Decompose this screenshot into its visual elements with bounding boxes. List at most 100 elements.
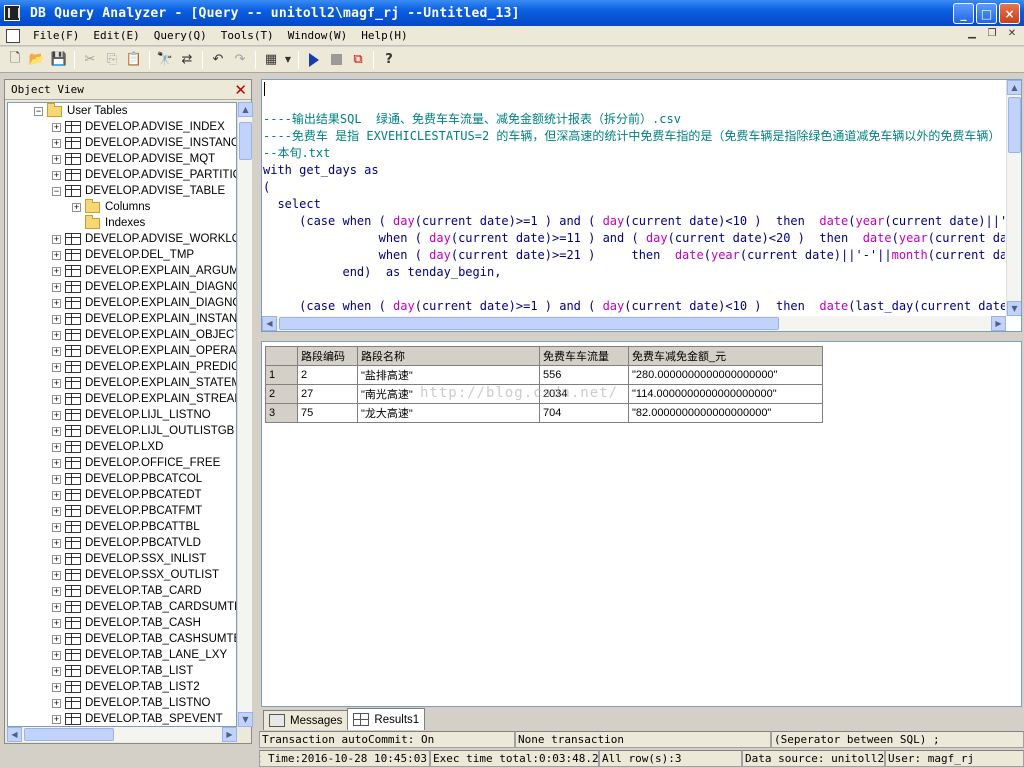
tree-table-node[interactable]: + DEVELOP.OFFICE_FREE [8, 455, 236, 471]
open-folder-icon[interactable]: 📂 [26, 49, 48, 71]
tree-table-node[interactable]: + DEVELOP.EXPLAIN_DIAGNOSTIC [8, 279, 236, 295]
table-row[interactable]: 3 75 "龙大高速" 704 "82.0000000000000000000" [265, 403, 823, 423]
tree-table-node[interactable]: + DEVELOP.EXPLAIN_DIAGNOSTIC_DATA [8, 295, 236, 311]
scroll-up-icon[interactable]: ▲ [238, 102, 253, 117]
expand-icon[interactable]: + [52, 490, 61, 500]
paste-icon[interactable]: 📋 [123, 49, 145, 71]
chevron-down-icon[interactable]: ▼ [282, 49, 294, 71]
stop-icon[interactable] [325, 49, 347, 71]
expand-icon[interactable]: + [52, 554, 61, 564]
new-file-icon[interactable]: 🗋 [4, 49, 26, 71]
grid-cell[interactable]: "114.0000000000000000000" [628, 384, 823, 404]
expand-icon[interactable]: + [52, 570, 61, 580]
undo-icon[interactable]: ↶ [207, 49, 229, 71]
scroll-left-icon[interactable]: ◀ [262, 316, 277, 331]
expand-icon[interactable]: + [52, 714, 61, 724]
tree-vertical-scrollbar[interactable]: ▲ ▼ [237, 102, 253, 727]
mdi-minimize-icon[interactable]: ▁ [964, 28, 980, 42]
expand-icon[interactable]: + [52, 330, 61, 340]
expand-icon[interactable]: + [52, 442, 61, 452]
tree-table-node[interactable]: + DEVELOP.PBCATEDT [8, 487, 236, 503]
expand-icon[interactable]: + [52, 362, 61, 372]
expand-icon[interactable]: + [52, 618, 61, 628]
expand-icon[interactable]: + [52, 122, 61, 132]
help-icon[interactable]: ? [378, 49, 400, 71]
tree-table-node[interactable]: + DEVELOP.TAB_CARDSUMTEMP [8, 599, 236, 615]
grid-corner[interactable] [265, 346, 298, 366]
tree-table-node[interactable]: + DEVELOP.TAB_SPEVENT [8, 711, 236, 726]
results-grid-icon[interactable]: ▦ [260, 49, 282, 71]
expand-icon[interactable]: + [52, 650, 61, 660]
expand-icon[interactable]: + [52, 538, 61, 548]
tree-table-node[interactable]: + DEVELOP.SSX_INLIST [8, 551, 236, 567]
tree-table-node[interactable]: + DEVELOP.TAB_LISTNO [8, 695, 236, 711]
expand-icon[interactable]: + [52, 634, 61, 644]
scroll-up-icon[interactable]: ▲ [1007, 80, 1021, 95]
grid-cell[interactable]: 2 [297, 365, 358, 385]
column-header[interactable]: 路段编码 [297, 346, 358, 366]
tree-table-node[interactable]: + DEVELOP.ADVISE_MQT [8, 151, 236, 167]
expand-icon[interactable]: + [52, 154, 61, 164]
scroll-right-icon[interactable]: ▶ [222, 727, 237, 742]
menu-query[interactable]: Query(Q) [147, 29, 214, 42]
object-tree[interactable]: − User Tables + DEVELOP.ADVISE_INDEX + DEVE… [7, 102, 237, 727]
column-header[interactable]: 路段名称 [357, 346, 540, 366]
tree-table-node[interactable]: + DEVELOP.TAB_CASHSUMTEMP [8, 631, 236, 647]
tree-table-node[interactable]: + DEVELOP.LIJL_LISTNO [8, 407, 236, 423]
scroll-down-icon[interactable]: ▼ [238, 712, 253, 727]
row-number[interactable]: 2 [265, 384, 298, 404]
collapse-icon[interactable]: − [34, 106, 43, 116]
grid-cell[interactable]: 75 [297, 403, 358, 423]
tree-table-node[interactable]: + DEVELOP.ADVISE_INSTANCE [8, 135, 236, 151]
row-number[interactable]: 3 [265, 403, 298, 423]
expand-icon[interactable]: + [52, 698, 61, 708]
tab-messages[interactable]: Messages [263, 710, 349, 730]
copy-icon[interactable]: ⎘ [101, 49, 123, 71]
expand-icon[interactable]: + [52, 682, 61, 692]
tree-table-node[interactable]: + DEVELOP.EXPLAIN_STATEMENT [8, 375, 236, 391]
grid-cell[interactable]: "82.0000000000000000000" [628, 403, 823, 423]
tree-table-node[interactable]: + DEVELOP.PBCATCOL [8, 471, 236, 487]
scroll-thumb[interactable] [1008, 97, 1021, 153]
menu-window[interactable]: Window(W) [281, 29, 355, 42]
scroll-thumb[interactable] [239, 122, 252, 160]
table-row[interactable]: 1 2 "盐排高速" 556 "280.0000000000000000000" [265, 365, 823, 385]
expand-icon[interactable]: + [52, 522, 61, 532]
expand-icon[interactable]: + [52, 346, 61, 356]
close-button[interactable]: × [999, 3, 1020, 24]
tree-table-node[interactable]: + DEVELOP.PBCATFMT [8, 503, 236, 519]
expand-icon[interactable]: + [52, 170, 61, 180]
scroll-thumb[interactable] [279, 317, 779, 330]
save-icon[interactable]: 💾 [48, 49, 70, 71]
tree-table-node[interactable]: + DEVELOP.EXPLAIN_INSTANCE [8, 311, 236, 327]
replace-icon[interactable]: ⇄ [176, 49, 198, 71]
find-icon[interactable]: 🔭 [154, 49, 176, 71]
cut-icon[interactable]: ✂ [79, 49, 101, 71]
expand-icon[interactable]: + [52, 602, 61, 612]
expand-icon[interactable]: + [72, 202, 81, 212]
tree-horizontal-scrollbar[interactable]: ◀ ▶ [7, 727, 237, 742]
expand-icon[interactable]: + [52, 378, 61, 388]
menu-file[interactable]: File(F) [26, 29, 86, 42]
close-icon[interactable]: ✕ [234, 82, 247, 97]
tree-table-node[interactable]: + DEVELOP.TAB_CARD [8, 583, 236, 599]
grid-cell[interactable]: "280.0000000000000000000" [628, 365, 823, 385]
tab-results1[interactable]: Results1 [347, 708, 426, 730]
tree-table-node[interactable]: + DEVELOP.EXPLAIN_PREDICATE [8, 359, 236, 375]
tree-folder-node[interactable]: Indexes [8, 214, 236, 231]
tree-table-node[interactable]: + DEVELOP.TAB_LANE_LXY [8, 647, 236, 663]
tree-table-node[interactable]: + DEVELOP.TAB_LIST2 [8, 679, 236, 695]
tree-table-node[interactable]: − DEVELOP.ADVISE_TABLE [8, 183, 236, 199]
execute-icon[interactable] [303, 49, 325, 71]
tree-table-node[interactable]: + DEVELOP.LIJL_OUTLISTGB [8, 423, 236, 439]
tree-table-node[interactable]: + DEVELOP.TAB_LIST [8, 663, 236, 679]
menu-edit[interactable]: Edit(E) [86, 29, 146, 42]
expand-icon[interactable]: + [52, 666, 61, 676]
tree-table-node[interactable]: + DEVELOP.ADVISE_PARTITION [8, 167, 236, 183]
sql-code[interactable]: ----输出结果SQL 绿通、免费车车流量、减免金额统计报表（拆分前）.csv -… [263, 94, 1005, 331]
minimize-button[interactable]: _ [953, 3, 974, 24]
expand-icon[interactable]: + [52, 394, 61, 404]
mdi-restore-icon[interactable]: ❐ [984, 28, 1000, 42]
redo-icon[interactable]: ↷ [229, 49, 251, 71]
column-header[interactable]: 免费车减免金额_元 [628, 346, 823, 366]
